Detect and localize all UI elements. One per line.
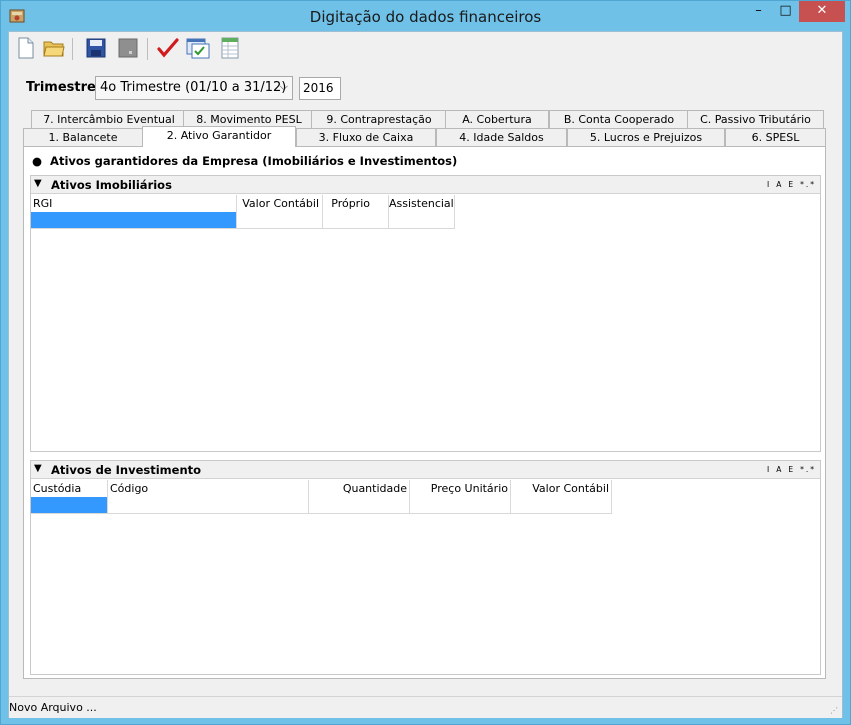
column-header-quantidade[interactable]: Quantidade (309, 480, 410, 497)
tab-cobertura[interactable]: A. Cobertura (445, 110, 549, 128)
validate-button[interactable] (155, 36, 181, 62)
collapse-triangle-icon[interactable]: ▼ (34, 463, 42, 474)
column-header-proprio[interactable]: Próprio (323, 195, 389, 212)
title-bar[interactable]: Digitação do dados financeiros – □ ✕ (1, 1, 850, 31)
save-button[interactable] (83, 36, 109, 62)
filter-e-button[interactable]: E (788, 180, 795, 189)
ativos-investimento-header[interactable]: ▼ Ativos de Investimento I A E *.* (31, 461, 820, 479)
check-list-button[interactable] (185, 36, 211, 62)
tab-fluxo-de-caixa[interactable]: 3. Fluxo de Caixa (296, 128, 436, 146)
column-header-valor-contabil[interactable]: Valor Contábil (237, 195, 323, 212)
ativo-garantidor-panel: ● Ativos garantidores da Empresa (Imobili… (23, 146, 826, 679)
filter-i-button[interactable]: I (767, 180, 771, 189)
floppy-disk-icon (86, 38, 106, 61)
document-icon (16, 37, 36, 62)
ativos-imobiliarios-header[interactable]: ▼ Ativos Imobiliários I A E *.* (31, 176, 820, 194)
column-header-custodia[interactable]: Custódia (31, 480, 108, 497)
tab-contraprestacao[interactable]: 9. Contraprestação (311, 110, 447, 128)
filter-a-button[interactable]: A (776, 465, 783, 474)
column-header-rgi[interactable]: RGI (31, 195, 237, 212)
client-area: Trimestre 4o Trimestre (01/10 a 31/12) ⌵… (8, 31, 843, 718)
maximize-button[interactable]: □ (772, 1, 799, 22)
minimize-button[interactable]: – (745, 1, 772, 22)
tab-idade-saldos[interactable]: 4. Idade Saldos (436, 128, 567, 146)
trimestre-select[interactable]: 4o Trimestre (01/10 a 31/12) ⌵ (95, 76, 293, 100)
tab-spesl[interactable]: 6. SPESL (725, 128, 826, 146)
new-file-button[interactable] (13, 36, 39, 62)
section-heading: ● Ativos garantidores da Empresa (Imobili… (32, 154, 457, 168)
column-header-valor-contabil[interactable]: Valor Contábil (511, 480, 612, 497)
collapse-triangle-icon[interactable]: ▼ (34, 178, 42, 189)
column-header-preco-unitario[interactable]: Preço Unitário (410, 480, 511, 497)
bullet-icon: ● (32, 154, 43, 168)
tab-lucros-e-prejuizos[interactable]: 5. Lucros e Prejuizos (567, 128, 725, 146)
trimestre-label: Trimestre (26, 80, 96, 95)
grid-cell-selected[interactable] (31, 212, 237, 229)
grid-cell[interactable] (389, 212, 455, 229)
trimestre-selected-value: 4o Trimestre (01/10 a 31/12) (100, 80, 287, 95)
grid-cell-selected[interactable] (31, 497, 108, 514)
column-header-codigo[interactable]: Código (108, 480, 309, 497)
tab-passivo-tributario[interactable]: C. Passivo Tributário (687, 110, 824, 128)
tab-balancete[interactable]: 1. Balancete (23, 128, 143, 146)
checkmark-icon (157, 37, 179, 61)
filter-buttons: I A E *.* (762, 180, 816, 189)
folder-icon (43, 38, 65, 61)
grid-cell[interactable] (410, 497, 511, 514)
spreadsheet-button[interactable] (217, 36, 243, 62)
status-bar: Novo Arquivo ... ⋰ (9, 696, 842, 718)
grid-cell[interactable] (237, 212, 323, 229)
spreadsheet-icon (221, 37, 239, 62)
open-folder-button[interactable] (41, 36, 67, 62)
close-button[interactable]: ✕ (799, 1, 845, 22)
filter-a-button[interactable]: A (776, 180, 783, 189)
column-header-assistencial[interactable]: Assistencial (389, 195, 455, 212)
app-window: Digitação do dados financeiros – □ ✕ Tri… (0, 0, 851, 725)
chevron-down-icon[interactable]: ⌵ (280, 80, 288, 94)
filter-i-button[interactable]: I (767, 465, 771, 474)
filter-buttons: I A E *.* (762, 465, 816, 474)
save-disabled-button[interactable] (115, 36, 141, 62)
checklist-window-icon (186, 37, 210, 62)
floppy-disk-gray-icon (118, 38, 138, 61)
grid-cell[interactable] (511, 497, 612, 514)
tab-ativo-garantidor[interactable]: 2. Ativo Garantidor (142, 126, 296, 147)
grid-cell[interactable] (309, 497, 410, 514)
tab-conta-cooperado[interactable]: B. Conta Cooperado (549, 110, 689, 128)
toolbar (9, 32, 842, 66)
grid-cell[interactable] (108, 497, 309, 514)
section-heading-text: Ativos garantidores da Empresa (Imobiliá… (50, 154, 458, 168)
window-title: Digitação do dados financeiros (309, 8, 542, 26)
year-input[interactable]: 2016 (299, 77, 341, 100)
grid-cell[interactable] (323, 212, 389, 229)
ativos-investimento-group: ▼ Ativos de Investimento I A E *.* Custódia… (30, 460, 821, 675)
ativos-imobiliarios-group: ▼ Ativos Imobiliários I A E *.* RGI Valor C… (30, 175, 821, 452)
resize-grip-icon[interactable]: ⋰ (830, 706, 840, 716)
status-text: Novo Arquivo ... (9, 701, 97, 714)
filter-all-button[interactable]: *.* (800, 465, 816, 474)
filter-all-button[interactable]: *.* (800, 180, 816, 189)
filter-e-button[interactable]: E (788, 465, 795, 474)
ativos-imobiliarios-title: Ativos Imobiliários (51, 178, 172, 192)
ativos-investimento-title: Ativos de Investimento (51, 463, 202, 477)
